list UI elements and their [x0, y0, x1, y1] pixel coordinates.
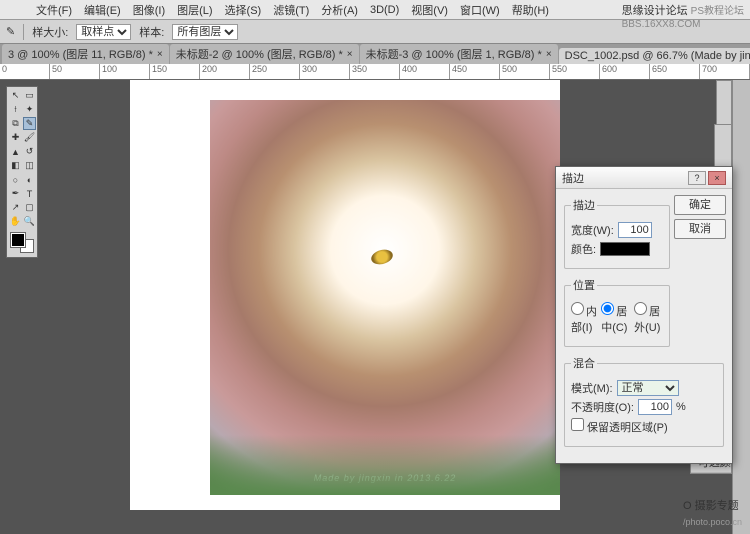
- opacity-label: 不透明度(O):: [571, 399, 634, 415]
- menu-file[interactable]: 文件(F): [30, 2, 78, 18]
- eraser-tool[interactable]: ◧: [9, 159, 22, 172]
- history-brush-tool[interactable]: ↺: [23, 145, 36, 158]
- close-icon[interactable]: ×: [157, 49, 163, 60]
- marquee-tool[interactable]: ▭: [23, 89, 36, 102]
- close-icon[interactable]: ×: [347, 49, 353, 60]
- menu-help[interactable]: 帮助(H): [506, 2, 555, 18]
- ruler-horizontal: 0501001502002503003504004505005506006507…: [0, 64, 750, 80]
- heal-tool[interactable]: ✚: [9, 131, 22, 144]
- artwork-image: Made by jingxin in 2013.6.22: [210, 100, 560, 495]
- menu-analysis[interactable]: 分析(A): [315, 2, 364, 18]
- document-tabs: 3 @ 100% (图层 11, RGB/8) *× 未标题-2 @ 100% …: [0, 44, 750, 64]
- mode-label: 模式(M):: [571, 380, 613, 396]
- cancel-button[interactable]: 取消: [674, 219, 726, 239]
- help-button[interactable]: ?: [688, 171, 706, 185]
- opacity-input[interactable]: [638, 399, 672, 415]
- width-label: 宽度(W):: [571, 222, 614, 238]
- canvas-area: Made by jingxin in 2013.6.22: [130, 80, 560, 510]
- menu-window[interactable]: 窗口(W): [454, 2, 506, 18]
- width-input[interactable]: [618, 222, 652, 238]
- position-group: 位置 内部(I) 居中(C) 居外(U): [564, 277, 670, 347]
- image-caption: Made by jingxin in 2013.6.22: [210, 473, 560, 483]
- menu-image[interactable]: 图像(I): [127, 2, 171, 18]
- doc-tab[interactable]: 未标题-3 @ 100% (图层 1, RGB/8) *×: [360, 44, 558, 64]
- watermark-top: 思缘设计论坛 PS教程论坛 BBS.16XX8.COM: [622, 2, 744, 30]
- menu-layer[interactable]: 图层(L): [171, 2, 218, 18]
- preserve-check[interactable]: 保留透明区域(P): [571, 418, 668, 435]
- mode-select[interactable]: 正常: [617, 380, 679, 396]
- dialog-titlebar[interactable]: 描边 ? ×: [556, 167, 732, 189]
- sample-size-label: 样大小:: [32, 24, 68, 40]
- color-label: 颜色:: [571, 241, 596, 257]
- eyedropper-icon: ✎: [6, 25, 15, 38]
- doc-tab-active[interactable]: DSC_1002.psd @ 66.7% (Made by jingxin in…: [559, 48, 750, 64]
- doc-tab[interactable]: 3 @ 100% (图层 11, RGB/8) *×: [2, 44, 169, 64]
- zoom-tool[interactable]: 🔍: [23, 215, 36, 228]
- bee-subject: [370, 247, 395, 266]
- menu-view[interactable]: 视图(V): [405, 2, 454, 18]
- menu-filter[interactable]: 滤镜(T): [267, 2, 315, 18]
- hand-tool[interactable]: ✋: [9, 215, 22, 228]
- menu-edit[interactable]: 编辑(E): [78, 2, 127, 18]
- type-tool[interactable]: T: [23, 187, 36, 200]
- menu-select[interactable]: 选择(S): [219, 2, 268, 18]
- ok-button[interactable]: 确定: [674, 195, 726, 215]
- wand-tool[interactable]: ✦: [23, 103, 36, 116]
- pen-tool[interactable]: ✒: [9, 187, 22, 200]
- brush-tool[interactable]: 🖌: [23, 131, 36, 144]
- color-swatch[interactable]: [9, 231, 36, 255]
- sample-size-select[interactable]: 取样点: [76, 24, 131, 40]
- crop-tool[interactable]: ⧉: [9, 117, 22, 130]
- document-canvas[interactable]: Made by jingxin in 2013.6.22: [210, 100, 560, 495]
- blend-group: 混合 模式(M): 正常 不透明度(O): % 保留透明区域(P): [564, 355, 724, 447]
- opacity-unit: %: [676, 401, 686, 413]
- watermark-bottom: O 摄影专题/photo.poco.cn: [683, 497, 742, 528]
- stamp-tool[interactable]: ▲: [9, 145, 22, 158]
- eyedropper-tool[interactable]: ✎: [23, 117, 36, 130]
- doc-tab[interactable]: 未标题-2 @ 100% (图层, RGB/8) *×: [170, 44, 359, 64]
- stroke-group: 描边 宽度(W): 颜色:: [564, 197, 670, 269]
- color-swatch-input[interactable]: [600, 242, 650, 256]
- blur-tool[interactable]: ○: [9, 173, 22, 186]
- gradient-tool[interactable]: ◫: [23, 159, 36, 172]
- dodge-tool[interactable]: ◐: [23, 173, 36, 186]
- toolbox: ↖ ▭ ⟊ ✦ ⧉ ✎ ✚ 🖌 ▲ ↺ ◧ ◫ ○ ◐ ✒ T ↗ ▢ ✋ 🔍: [6, 86, 38, 258]
- shape-tool[interactable]: ▢: [23, 201, 36, 214]
- menu-3d[interactable]: 3D(D): [364, 4, 405, 16]
- panel-dock: [732, 80, 750, 534]
- lasso-tool[interactable]: ⟊: [9, 103, 22, 116]
- close-icon[interactable]: ×: [546, 49, 552, 60]
- sample-select[interactable]: 所有图层: [172, 24, 238, 40]
- sample-label: 样本:: [139, 24, 164, 40]
- pos-center-radio[interactable]: 居中(C): [601, 302, 630, 335]
- close-button[interactable]: ×: [708, 171, 726, 185]
- stroke-dialog: 描边 ? × 确定 取消 描边 宽度(W): 颜色: 位置 内部(I): [555, 166, 733, 464]
- move-tool[interactable]: ↖: [9, 89, 22, 102]
- pos-inside-radio[interactable]: 内部(I): [571, 302, 597, 335]
- pos-outside-radio[interactable]: 居外(U): [634, 302, 663, 335]
- path-tool[interactable]: ↗: [9, 201, 22, 214]
- dialog-title: 描边: [562, 170, 584, 186]
